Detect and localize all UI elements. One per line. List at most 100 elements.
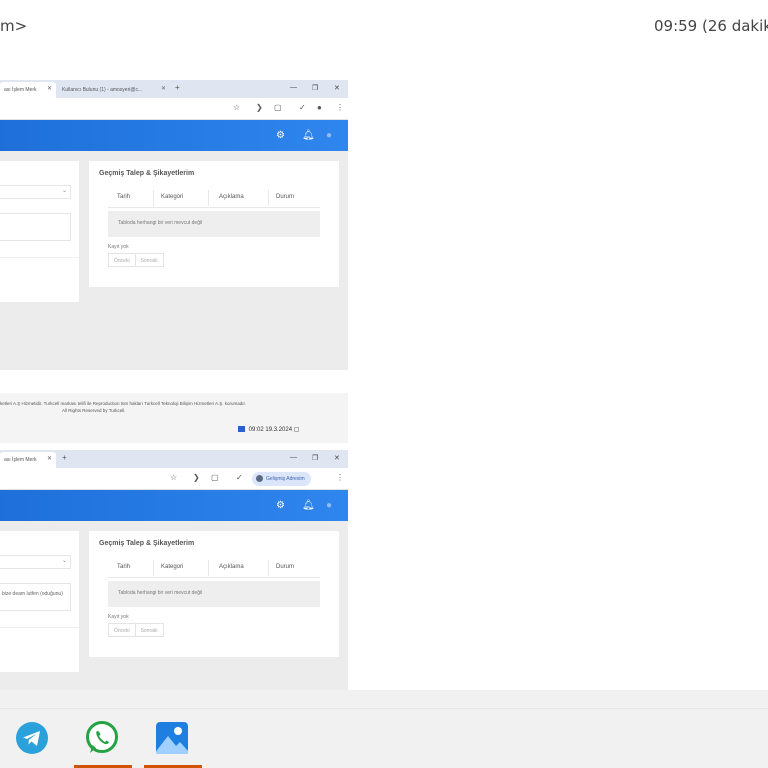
app-header: ⚙ 🔔︎ ● — [0, 120, 348, 151]
tab-label: ası İşlem Merk — [4, 457, 37, 463]
history-card: Geçmiş Talep & Şikayetlerim Tarih Katego… — [89, 161, 339, 287]
table-header: Tarih Kategori Açıklama Durum — [108, 556, 320, 578]
close-window-icon[interactable]: ✕ — [334, 454, 340, 462]
pin-icon[interactable]: ✓ — [299, 103, 306, 112]
app-dock — [0, 690, 768, 768]
window-title: m> — [0, 17, 28, 35]
windows-icon[interactable] — [238, 426, 245, 433]
user-icon[interactable]: ● — [326, 500, 332, 511]
menu-icon[interactable]: ⋮ — [336, 103, 344, 112]
chevron-down-icon: ⌄ — [61, 558, 67, 564]
new-tab-icon[interactable]: + — [62, 453, 67, 462]
tab-label: ası İşlem Merk — [4, 87, 37, 93]
star-icon[interactable]: ☆ — [170, 473, 177, 482]
whatsapp-icon[interactable] — [84, 720, 120, 756]
divider — [0, 708, 768, 709]
close-icon[interactable]: ✕ — [47, 455, 52, 462]
menu-icon[interactable]: ⋮ — [336, 473, 344, 482]
description-textarea[interactable]: bize deam lutfen (oduğunu) — [0, 583, 71, 611]
panel-title: Geçmiş Talep & Şikayetlerim — [99, 540, 195, 547]
browser-tab-strip: ası İşlem Merk ✕ + — ❐ ✕ — [0, 450, 348, 468]
column-header-description[interactable]: Açıklama — [219, 194, 244, 200]
copyright-line: All Rights Reserved by Turkcell. — [62, 408, 126, 413]
column-divider — [153, 560, 154, 576]
bell-icon[interactable]: 🔔︎ — [302, 130, 315, 141]
close-window-icon[interactable]: ✕ — [334, 84, 340, 92]
column-divider — [268, 190, 269, 206]
browser-tab[interactable]: Kullanıcı Bulunu (1) - amosyeri@c... — [58, 82, 168, 98]
no-records-label: Kayıt yok — [108, 244, 129, 250]
tray-date: 19.3.2024 — [265, 427, 293, 433]
category-select[interactable]: ⌄ — [0, 555, 71, 569]
close-icon[interactable]: ✕ — [47, 85, 52, 92]
pagination: Önceki Sonraki — [108, 253, 164, 267]
column-header-date[interactable]: Tarih — [117, 564, 130, 570]
clock-time: 09:59 (26 dakik — [654, 17, 768, 35]
divider — [0, 627, 79, 628]
tab-label: Kullanıcı Bulunu (1) - amosyeri@c... — [62, 87, 143, 93]
column-header-date[interactable]: Tarih — [117, 194, 130, 200]
address-bar[interactable]: ☆ ❯ ▢ ✓ ● ⋮ — [0, 98, 348, 120]
screenshot-footer: ketleri A.Ş Hizmetidir. Turkcell markası… — [0, 393, 348, 443]
column-header-description[interactable]: Açıklama — [219, 564, 244, 570]
previous-button[interactable]: Önceki — [108, 253, 136, 267]
profile-label: Gelişmiş Adresim — [266, 476, 305, 482]
request-form-card: ⌄ bize deam lutfen (oduğunu) — [0, 531, 79, 672]
description-textarea[interactable] — [0, 213, 71, 241]
category-select[interactable]: ⌄ — [0, 185, 71, 199]
column-header-status[interactable]: Durum — [276, 564, 294, 570]
app-header: ⚙ 🔔︎ ● — [0, 490, 348, 521]
copyright-line: ketleri A.Ş Hizmetidir. Turkcell markası… — [0, 401, 246, 406]
divider — [0, 257, 79, 258]
no-records-label: Kayıt yok — [108, 614, 129, 620]
bell-icon[interactable]: 🔔︎ — [302, 500, 315, 511]
table-header: Tarih Kategori Açıklama Durum — [108, 186, 320, 208]
forward-icon[interactable]: ❯ — [256, 103, 263, 112]
image-viewer: ası İşlem Merk ✕ Kullanıcı Bulunu (1) - … — [0, 50, 768, 740]
column-header-category[interactable]: Kategori — [161, 564, 183, 570]
minimize-icon[interactable]: — — [290, 84, 297, 91]
telegram-icon[interactable] — [14, 720, 50, 756]
new-tab-icon[interactable]: + — [175, 83, 180, 92]
forward-icon[interactable]: ❯ — [193, 473, 200, 482]
history-card: Geçmiş Talep & Şikayetlerim Tarih Katego… — [89, 531, 339, 657]
extensions-icon[interactable]: ▢ — [211, 473, 219, 482]
avatar — [256, 475, 263, 482]
column-divider — [268, 560, 269, 576]
next-button[interactable]: Sonraki — [135, 253, 164, 267]
close-icon[interactable]: ✕ — [161, 85, 166, 92]
screenshot-top: ası İşlem Merk ✕ Kullanıcı Bulunu (1) - … — [0, 80, 348, 370]
system-tray: 09:02 19.3.2024 ▢ — [238, 426, 299, 436]
tray-time: 09:02 — [248, 427, 264, 433]
column-header-category[interactable]: Kategori — [161, 194, 183, 200]
empty-message: Tabloda herhangi bir veri mevcut değil — [118, 220, 203, 226]
star-icon[interactable]: ☆ — [233, 103, 240, 112]
next-button[interactable]: Sonraki — [135, 623, 164, 637]
request-form-card: ⌄ — [0, 161, 79, 302]
table-empty-row: Tabloda herhangi bir veri mevcut değil — [108, 581, 320, 607]
notification-icon[interactable]: ▢ — [294, 427, 300, 433]
shield-icon[interactable]: ● — [317, 103, 322, 112]
restore-icon[interactable]: ❐ — [312, 454, 318, 462]
empty-message: Tabloda herhangi bir veri mevcut değil — [118, 590, 203, 596]
extensions-icon[interactable]: ▢ — [274, 103, 282, 112]
column-divider — [153, 190, 154, 206]
address-bar[interactable]: ☆ ❯ ▢ ✓ Gelişmiş Adresim ⋮ — [0, 468, 348, 490]
previous-button[interactable]: Önceki — [108, 623, 136, 637]
chevron-down-icon: ⌄ — [61, 188, 67, 194]
profile-button[interactable]: Gelişmiş Adresim — [252, 472, 311, 486]
top-bar: m> 09:59 (26 dakik — [0, 0, 768, 50]
minimize-icon[interactable]: — — [290, 454, 297, 461]
user-icon[interactable]: ● — [326, 130, 332, 141]
panel-title: Geçmiş Talep & Şikayetlerim — [99, 170, 195, 177]
photos-icon[interactable] — [154, 720, 190, 756]
gear-icon[interactable]: ⚙ — [276, 130, 285, 141]
column-divider — [208, 190, 209, 206]
pin-icon[interactable]: ✓ — [236, 473, 243, 482]
restore-icon[interactable]: ❐ — [312, 84, 318, 92]
column-header-status[interactable]: Durum — [276, 194, 294, 200]
column-divider — [208, 560, 209, 576]
gear-icon[interactable]: ⚙ — [276, 500, 285, 511]
pagination: Önceki Sonraki — [108, 623, 164, 637]
browser-tab-strip: ası İşlem Merk ✕ Kullanıcı Bulunu (1) - … — [0, 80, 348, 98]
